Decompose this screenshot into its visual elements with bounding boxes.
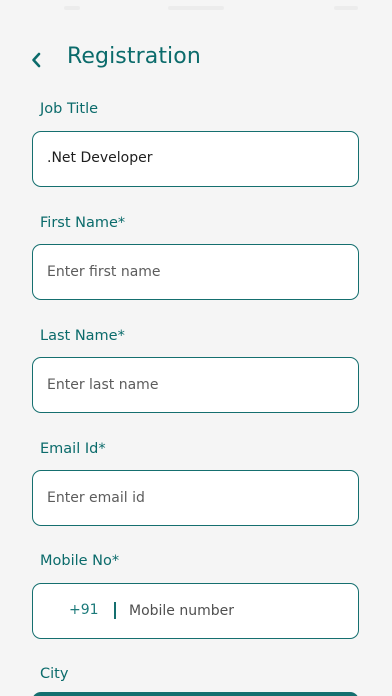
- email-label: Email Id*: [40, 441, 106, 457]
- status-bar-time: [64, 6, 80, 10]
- country-code[interactable]: +91: [69, 602, 99, 618]
- header: Registration: [0, 40, 392, 80]
- back-button[interactable]: [24, 44, 52, 74]
- mobile-number-input[interactable]: [129, 584, 346, 638]
- mobile-field-box: +91: [32, 583, 359, 639]
- status-bar-battery: [334, 6, 358, 10]
- last-name-input[interactable]: [47, 358, 346, 412]
- last-name-field-box: [32, 357, 359, 413]
- job-title-field[interactable]: .Net Developer: [32, 131, 359, 187]
- job-title-value: .Net Developer: [47, 150, 153, 166]
- first-name-input[interactable]: [47, 245, 346, 299]
- page-title: Registration: [67, 44, 201, 69]
- email-input[interactable]: [47, 471, 346, 525]
- mobile-label: Mobile No*: [40, 553, 120, 569]
- first-name-label: First Name*: [40, 215, 126, 231]
- city-label: City: [40, 666, 69, 682]
- status-bar-carrier: [168, 6, 224, 10]
- city-field[interactable]: [32, 692, 359, 696]
- country-code-divider: [114, 602, 116, 619]
- status-bar: [0, 0, 392, 20]
- registration-screen: Registration Job Title .Net Developer Fi…: [0, 0, 392, 696]
- first-name-field-box: [32, 244, 359, 300]
- last-name-label: Last Name*: [40, 328, 125, 344]
- email-field-box: [32, 470, 359, 526]
- chevron-left-icon: [24, 44, 52, 74]
- job-title-label: Job Title: [40, 101, 99, 117]
